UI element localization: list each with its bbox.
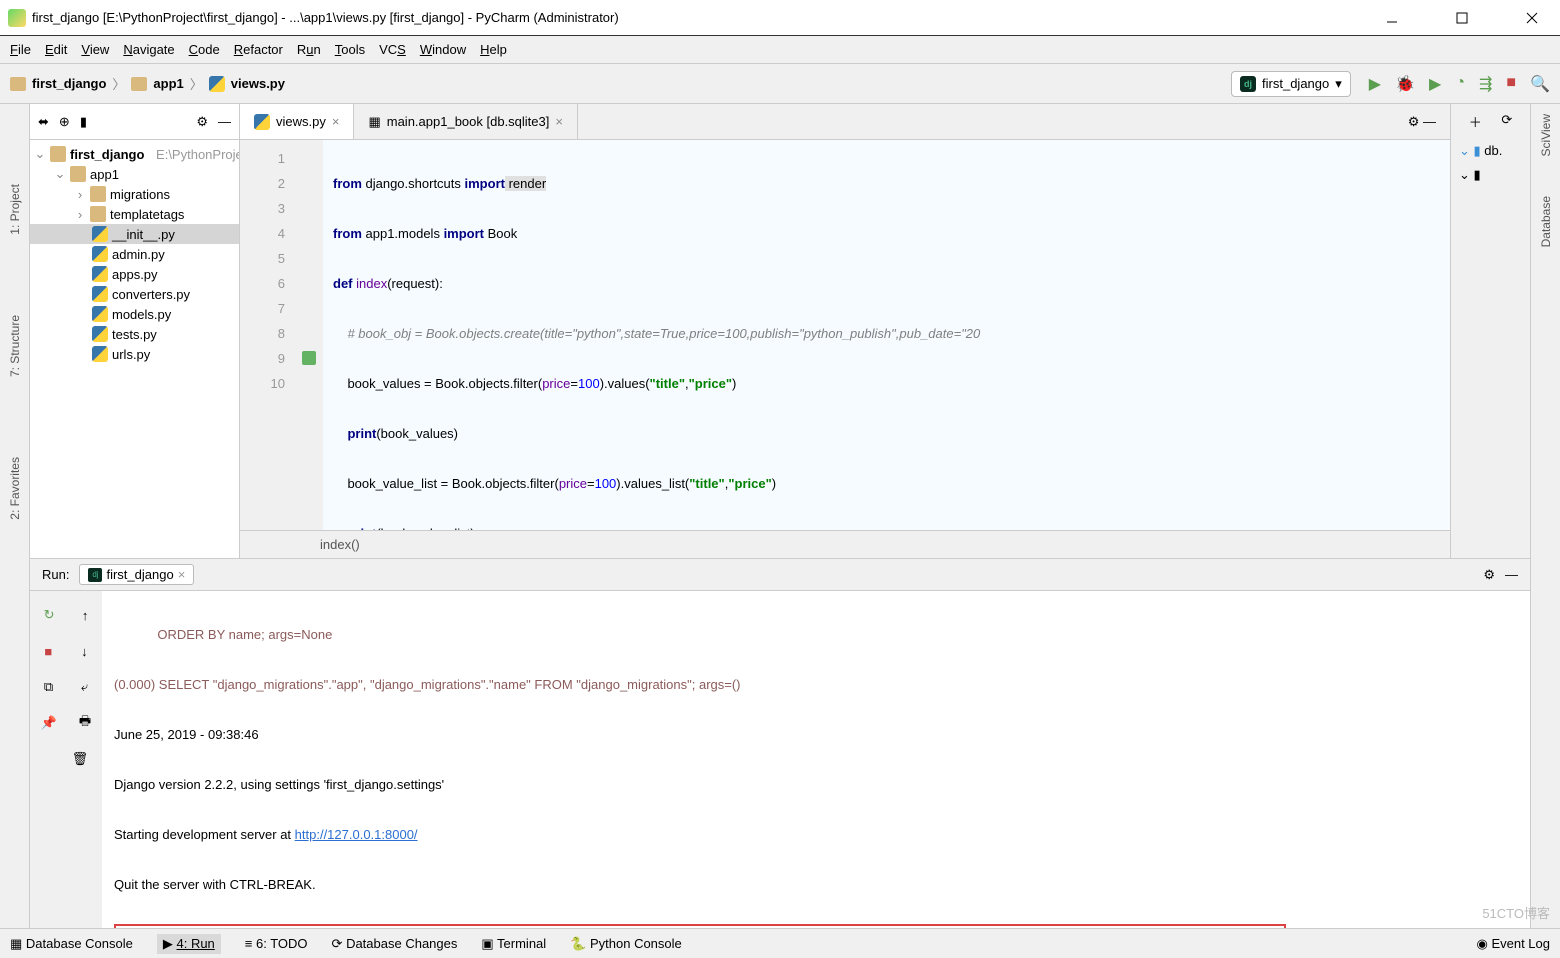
titlebar: first_django [E:\PythonProject\first_dja… [0, 0, 1560, 36]
breadcrumb-file[interactable]: views.py [231, 76, 285, 91]
right-rail: SciView Database [1530, 104, 1560, 928]
menu-code[interactable]: Code [189, 42, 220, 57]
menu-vcs[interactable]: VCS [379, 42, 406, 57]
coverage-button[interactable]: ▶ [1429, 74, 1441, 94]
run-button[interactable]: ▶ [1369, 74, 1381, 94]
folder-icon [131, 77, 147, 91]
concurrent-button[interactable]: ⇶ [1479, 74, 1492, 94]
run-output[interactable]: ORDER BY name; args=None (0.000) SELECT … [102, 591, 1530, 928]
project-tree[interactable]: ⌄first_django E:\PythonProject\first_dja… [30, 140, 239, 558]
app-icon [8, 9, 26, 27]
tree-file-init: __init__.py [30, 224, 239, 244]
left-rail: 1: Project 7: Structure 2: Favorites [0, 104, 30, 928]
window-title: first_django [E:\PythonProject\first_dja… [32, 10, 1372, 25]
select-icon[interactable]: ⊕ [59, 114, 70, 130]
menu-view[interactable]: View [81, 42, 109, 57]
close-icon[interactable]: × [555, 114, 563, 129]
hide-icon[interactable]: — [1505, 567, 1518, 582]
editor-breadcrumb[interactable]: index() [240, 530, 1450, 558]
collapse-icon[interactable]: ⬌ [38, 114, 49, 130]
status-terminal[interactable]: ▣ Terminal [481, 936, 546, 952]
status-pyconsole[interactable]: 🐍 Python Console [570, 936, 682, 952]
menu-tools[interactable]: Tools [335, 42, 365, 57]
breadcrumb-root[interactable]: first_django [32, 76, 106, 91]
filter-icon[interactable]: ⧉ [44, 679, 53, 695]
gutter: 12345678910 [240, 140, 295, 530]
print-icon[interactable]: 🖶 [79, 712, 91, 734]
run-panel: Run: djfirst_django× ⚙ — ↻ ↑ ■ ↓ ⧉ ⤶ 📌 🖶 🗑 O… [30, 558, 1530, 928]
profile-button[interactable]: ◔ [1455, 74, 1465, 94]
project-toolbar: ⬌ ⊕ ▮ ⚙ — [30, 104, 239, 140]
up-icon[interactable]: ↑ [82, 608, 89, 623]
run-toolbar: ↻ ↑ ■ ↓ ⧉ ⤶ 📌 🖶 🗑 [30, 591, 102, 928]
run-config-name: first_django [1262, 76, 1329, 91]
close-button[interactable] [1512, 4, 1552, 32]
rail-project[interactable]: 1: Project [8, 184, 22, 235]
breadcrumb: first_django 〉 app1 〉 views.py [0, 74, 295, 93]
code[interactable]: from django.shortcuts import render from… [323, 140, 1450, 530]
rerun-icon[interactable]: ↻ [44, 607, 55, 623]
menu-edit[interactable]: Edit [45, 42, 67, 57]
close-icon[interactable]: × [332, 114, 340, 129]
run-tab[interactable]: djfirst_django× [79, 564, 194, 585]
navbar: first_django 〉 app1 〉 views.py dj first_… [0, 64, 1560, 104]
status-todo[interactable]: ≡ 6: TODO [245, 936, 308, 951]
search-button[interactable]: 🔍 [1530, 74, 1550, 94]
tab-views[interactable]: views.py × [240, 104, 354, 139]
gutter-marks [295, 140, 323, 530]
tab-db[interactable]: ▦ main.app1_book [db.sqlite3] × [354, 104, 578, 139]
minimize-button[interactable] [1372, 4, 1412, 32]
maximize-button[interactable] [1442, 4, 1482, 32]
add-icon[interactable]: ＋ [1469, 112, 1482, 131]
wrap-icon[interactable]: ⤶ [81, 679, 88, 695]
editor-gear[interactable]: ⚙ — [1394, 104, 1450, 139]
status-dbconsole[interactable]: ▦ Database Console [10, 936, 133, 952]
statusbar: ▦ Database Console ▶ 4: Run ≡ 6: TODO ⟳ … [0, 928, 1560, 958]
table-icon: ▦ [368, 114, 380, 130]
watermark: 51CTO博客 [1482, 903, 1550, 922]
menu-refactor[interactable]: Refactor [234, 42, 283, 57]
folder-icon [10, 77, 26, 91]
python-icon [254, 114, 270, 130]
rail-sciview[interactable]: SciView [1539, 114, 1553, 156]
rail-database[interactable]: Database [1539, 196, 1553, 247]
server-link[interactable]: http://127.0.0.1:8000/ [295, 827, 418, 842]
show-icon[interactable]: ▮ [80, 114, 87, 130]
python-icon [209, 76, 225, 92]
run-config-selector[interactable]: dj first_django ▾ [1231, 71, 1351, 97]
breadcrumb-app[interactable]: app1 [153, 76, 183, 91]
menu-run[interactable]: Run [297, 42, 321, 57]
chevron-down-icon: ▾ [1335, 76, 1342, 92]
project-panel: ⬌ ⊕ ▮ ⚙ — ⌄first_django E:\PythonProject… [30, 104, 240, 558]
stop-icon[interactable]: ■ [44, 644, 52, 659]
run-label: Run: [42, 567, 69, 582]
status-dbchanges[interactable]: ⟳ Database Changes [332, 936, 458, 952]
menu-file[interactable]: File [10, 42, 31, 57]
trash-icon[interactable]: 🗑 [72, 751, 89, 767]
gear-icon[interactable]: ⚙ [1483, 567, 1495, 583]
sciview-panel: ＋⟳ ⌄ ▮ db. ⌄ ▮ [1450, 104, 1530, 558]
menu-navigate[interactable]: Navigate [123, 42, 174, 57]
editor-tabs: views.py × ▦ main.app1_book [db.sqlite3]… [240, 104, 1450, 140]
django-icon: dj [1240, 76, 1256, 92]
code-area[interactable]: 12345678910 from django.shortcuts import… [240, 140, 1450, 530]
menu-window[interactable]: Window [420, 42, 466, 57]
stop-button[interactable]: ■ [1506, 74, 1516, 94]
debug-button[interactable]: 🐞 [1395, 74, 1415, 94]
menu-help[interactable]: Help [480, 42, 507, 57]
status-run[interactable]: ▶ 4: Run [157, 934, 221, 954]
pin-icon[interactable]: 📌 [41, 715, 57, 731]
status-eventlog[interactable]: ◉ Event Log [1476, 936, 1550, 952]
hide-icon[interactable]: — [218, 114, 231, 130]
rail-favorites[interactable]: 2: Favorites [8, 457, 22, 520]
gear-icon[interactable]: ⚙ [196, 114, 208, 130]
editor: views.py × ▦ main.app1_book [db.sqlite3]… [240, 104, 1450, 558]
refresh-icon[interactable]: ⟳ [1501, 112, 1512, 131]
down-icon[interactable]: ↓ [81, 644, 88, 659]
menubar: File Edit View Navigate Code Refactor Ru… [0, 36, 1560, 64]
rail-structure[interactable]: 7: Structure [8, 315, 22, 377]
